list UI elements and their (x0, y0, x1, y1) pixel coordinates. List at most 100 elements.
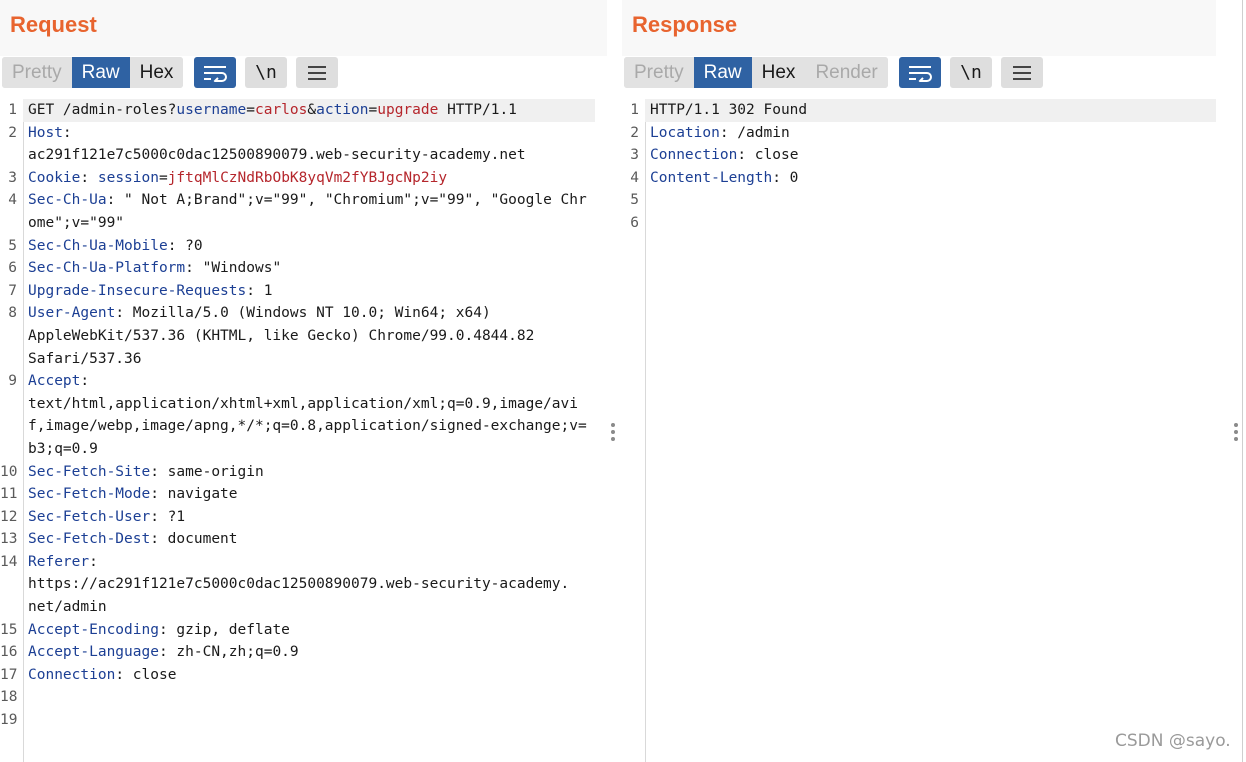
request-toolbar: Pretty Raw Hex \n (2, 57, 607, 89)
line-number: 7 (8, 282, 17, 299)
editor-line: 4 Sec-Ch-Ua: " Not A;Brand";v="99", "Chro… (0, 189, 595, 234)
tab-render[interactable]: Render (805, 57, 888, 88)
word-wrap-icon (204, 65, 227, 82)
line-number: 3 (630, 147, 639, 164)
code-text: : gzip, deflate (158, 621, 290, 638)
line-content: Cookie: session=jftqMlCzNdRbObK8yqVm2fYB… (23, 167, 595, 190)
code-text: : " Not A;Brand";v="99", "Chromium";v="9… (28, 192, 587, 231)
request-panel: Request Pretty Raw Hex \n 1 GET /admin-r… (0, 0, 607, 762)
editor-line: 2 Host: ac291f121e7c5000c0dac12500890079.… (0, 122, 595, 167)
line-content: ​ (23, 686, 595, 709)
word-wrap-button[interactable] (194, 57, 236, 88)
response-panel: Response Pretty Raw Hex Render \n 1 HTTP… (622, 0, 1242, 762)
editor-line: 1 HTTP/1.1 302 Found (622, 99, 1216, 122)
code-text: : "Windows" (185, 260, 282, 277)
code-text: HTTP/1.1 302 Found (650, 102, 808, 118)
request-title: Request (10, 12, 97, 37)
word-wrap-icon (909, 65, 932, 82)
line-content: ​ (23, 709, 595, 732)
editor-line: 12 Sec-Fetch-User: ?1 (0, 506, 595, 529)
code-text: : ac291f121e7c5000c0dac12500890079.web-s… (28, 124, 526, 164)
code-text: = (158, 169, 168, 186)
header-name: Accept (28, 373, 81, 390)
editor-line: 2 Location: /admin (622, 122, 1216, 145)
header-name: Sec-Ch-Ua-Platform (28, 260, 186, 277)
line-number: 11 (0, 486, 18, 503)
line-number: 8 (8, 305, 17, 322)
tab-raw[interactable]: Raw (693, 57, 752, 88)
line-number: 14 (0, 553, 18, 570)
line-number: 9 (8, 373, 17, 390)
show-newlines-icon: \n (255, 62, 277, 83)
code-text: HTTP/1.1 (438, 102, 517, 118)
line-content: Sec-Ch-Ua: " Not A;Brand";v="99", "Chrom… (23, 189, 595, 234)
header-name: Referer (28, 553, 90, 570)
line-content: Upgrade-Insecure-Requests: 1 (23, 280, 595, 303)
line-content: Sec-Ch-Ua-Mobile: ?0 (23, 235, 595, 258)
header-name: Sec-Fetch-Mode (28, 486, 151, 503)
header-name: Upgrade-Insecure-Requests (28, 282, 247, 299)
line-number: 15 (0, 621, 18, 638)
line-content: Location: /admin (645, 122, 1216, 145)
editor-line: 6​ (622, 212, 1216, 235)
tab-pretty[interactable]: Pretty (2, 57, 72, 88)
splitter-handle-right[interactable] (1234, 423, 1238, 441)
response-header: Response (622, 0, 1216, 56)
request-editor[interactable]: 1 GET /admin-roles?username=carlos&action… (0, 99, 595, 762)
editor-line: 18 ​ (0, 686, 595, 709)
line-content: Accept-Encoding: gzip, deflate (23, 619, 595, 642)
right-edge-panel (1242, 0, 1246, 762)
header-name: Connection (28, 666, 116, 683)
code-text: : 1 (246, 282, 273, 299)
code-text: : ?0 (167, 237, 203, 254)
header-name: Sec-Ch-Ua-Mobile (28, 237, 168, 254)
code-text: = (368, 102, 378, 118)
line-content: Accept: text/html,application/xhtml+xml,… (23, 370, 595, 460)
menu-button[interactable] (1001, 57, 1043, 88)
tab-hex[interactable]: Hex (751, 57, 806, 88)
splitter-handle[interactable] (611, 423, 615, 441)
line-content: Sec-Fetch-User: ?1 (23, 506, 595, 529)
code-text: : text/html,application/xhtml+xml,applic… (28, 373, 587, 457)
param-name: username (176, 102, 247, 118)
tab-pretty[interactable]: Pretty (624, 57, 694, 88)
line-content: Referer: https://ac291f121e7c5000c0dac12… (23, 551, 595, 619)
word-wrap-button[interactable] (899, 57, 941, 88)
code-text: : document (150, 531, 238, 548)
param-name: action (316, 102, 369, 118)
editor-line: 16 Accept-Language: zh-CN,zh;q=0.9 (0, 641, 595, 664)
editor-line: 5​ (622, 189, 1216, 212)
line-content: ​ (645, 189, 1216, 212)
line-number: 16 (0, 644, 18, 661)
show-newlines-button[interactable]: \n (245, 57, 287, 88)
code-text: : 0 (772, 169, 799, 186)
line-number: 6 (8, 260, 17, 277)
editor-line: 6 Sec-Ch-Ua-Platform: "Windows" (0, 257, 595, 280)
code-text: = (246, 102, 255, 118)
header-name: Accept-Language (28, 644, 159, 661)
editor-line: 11 Sec-Fetch-Mode: navigate (0, 483, 595, 506)
param-value: jftqMlCzNdRbObK8yqVm2fYBJgcNp2iy (167, 169, 448, 186)
tab-hex[interactable]: Hex (129, 57, 184, 88)
line-content: Content-Length: 0 (645, 167, 1216, 190)
show-newlines-icon: \n (960, 62, 982, 83)
code-text: : same-origin (150, 463, 264, 480)
response-toolbar: Pretty Raw Hex Render \n (624, 57, 1242, 89)
editor-line: 1 GET /admin-roles?username=carlos&action… (0, 99, 595, 122)
show-newlines-button[interactable]: \n (950, 57, 992, 88)
menu-button[interactable] (296, 57, 338, 88)
editor-line: 3 Connection: close (622, 144, 1216, 167)
menu-icon (1013, 65, 1031, 80)
header-name: Sec-Fetch-User (28, 508, 151, 525)
response-view-tabs: Pretty Raw Hex Render (624, 57, 888, 88)
line-number: 18 (0, 689, 18, 706)
tab-raw[interactable]: Raw (71, 57, 130, 88)
header-name: Cookie (28, 169, 81, 186)
line-content: Accept-Language: zh-CN,zh;q=0.9 (23, 641, 595, 664)
response-title: Response (632, 12, 738, 37)
line-number: 4 (8, 192, 17, 209)
line-number: 3 (8, 169, 17, 186)
header-name: Sec-Fetch-Site (28, 463, 151, 480)
response-editor[interactable]: 1 HTTP/1.1 302 Found 2 Location: /admin 3 Con… (622, 99, 1216, 762)
line-content: GET /admin-roles?username=carlos&action=… (23, 99, 595, 122)
